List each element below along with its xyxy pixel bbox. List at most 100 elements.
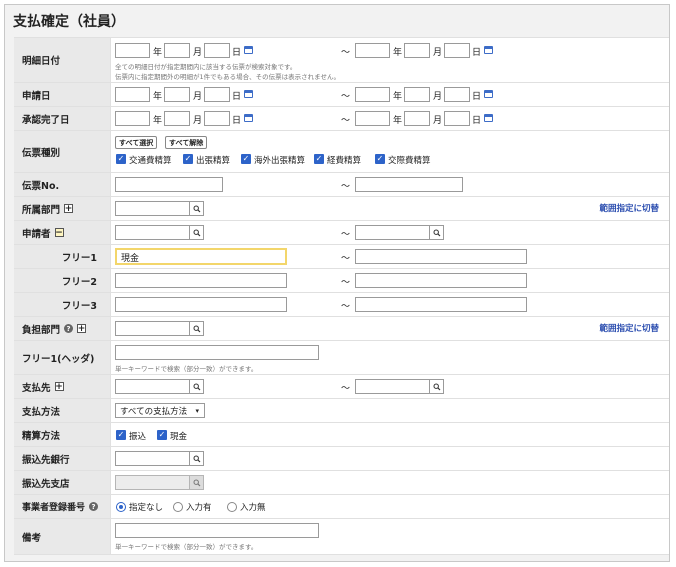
- search-icon[interactable]: [430, 225, 444, 240]
- search-icon[interactable]: [190, 225, 204, 240]
- applicant-to-input[interactable]: [355, 225, 430, 240]
- unit-year: 年: [393, 48, 403, 58]
- detail-date-to-day[interactable]: [444, 43, 470, 58]
- detail-date-to-year[interactable]: [355, 43, 390, 58]
- check-icon[interactable]: ✓: [116, 154, 126, 164]
- row-branch: 振込先支店: [14, 471, 669, 495]
- calendar-icon[interactable]: [244, 46, 253, 54]
- detail-date-from-day[interactable]: [204, 43, 230, 58]
- approval-date-from-year[interactable]: [115, 111, 150, 126]
- check-icon[interactable]: ✓: [183, 154, 193, 164]
- check-icon[interactable]: ✓: [375, 154, 385, 164]
- free3-from-input[interactable]: [115, 297, 287, 312]
- apply-date-to-day[interactable]: [444, 87, 470, 102]
- free1-from-input[interactable]: 現金: [115, 248, 287, 265]
- department-input[interactable]: [115, 201, 190, 216]
- clear-all-button[interactable]: すべて解除: [165, 136, 208, 149]
- check-icon[interactable]: ✓: [157, 430, 167, 440]
- applicant-from-input[interactable]: [115, 225, 190, 240]
- range-tilde: ～: [341, 116, 351, 126]
- detail-date-from-year[interactable]: [115, 43, 150, 58]
- search-icon[interactable]: [190, 451, 204, 466]
- row-slip-no: 伝票No. ～: [14, 173, 669, 197]
- row-remarks: 備考 単一キーワードで検索（部分一致）ができます。: [14, 519, 669, 555]
- search-icon[interactable]: [430, 379, 444, 394]
- approval-date-to-month[interactable]: [404, 111, 430, 126]
- apply-date-to-month[interactable]: [404, 87, 430, 102]
- unit-month: 月: [433, 48, 443, 58]
- search-icon[interactable]: [190, 321, 204, 336]
- slip-no-to-input[interactable]: [355, 177, 463, 192]
- row-free2: フリー2 ～: [14, 269, 669, 293]
- value-detail-date: 年 月 日 ～ 年 月 日 全ての明細日付が指定期間内に該当する伝票が検索対象で…: [111, 38, 669, 82]
- calendar-icon[interactable]: [244, 90, 253, 98]
- value-branch: [111, 471, 669, 494]
- range-tilde: ～: [341, 302, 351, 312]
- apply-date-from-month[interactable]: [164, 87, 190, 102]
- range-tilde: ～: [341, 278, 351, 288]
- expand-icon[interactable]: +: [64, 204, 74, 213]
- search-icon[interactable]: [190, 379, 204, 394]
- detail-date-to-month[interactable]: [404, 43, 430, 58]
- slip-type-option: 経費精算: [327, 156, 362, 166]
- apply-date-from-day[interactable]: [204, 87, 230, 102]
- radio-unspecified[interactable]: [116, 502, 126, 512]
- expand-icon[interactable]: +: [77, 324, 87, 333]
- check-icon[interactable]: ✓: [241, 154, 251, 164]
- approval-date-to-year[interactable]: [355, 111, 390, 126]
- check-icon[interactable]: ✓: [314, 154, 324, 164]
- radio-entered[interactable]: [173, 502, 183, 512]
- unit-day: 日: [472, 116, 482, 126]
- calendar-icon[interactable]: [484, 90, 493, 98]
- free3-to-input[interactable]: [355, 297, 527, 312]
- payee-to-input[interactable]: [355, 379, 430, 394]
- bank-input[interactable]: [115, 451, 190, 466]
- remarks-input[interactable]: [115, 523, 319, 538]
- remarks-note: 単一キーワードで検索（部分一致）ができます。: [115, 543, 258, 551]
- unit-year: 年: [153, 116, 163, 126]
- collapse-icon[interactable]: −: [54, 228, 64, 237]
- free2-from-input[interactable]: [115, 273, 287, 288]
- slip-type-option: 交通費精算: [129, 156, 172, 166]
- help-icon[interactable]: ?: [89, 502, 99, 511]
- calendar-icon[interactable]: [484, 114, 493, 122]
- radio-label: 入力有: [186, 503, 212, 513]
- label-detail-date: 明細日付: [14, 38, 111, 82]
- calendar-icon[interactable]: [484, 46, 493, 54]
- row-approval-date: 承認完了日 年 月 日 ～ 年 月 日: [14, 107, 669, 131]
- check-icon[interactable]: ✓: [116, 430, 126, 440]
- pay-method-select[interactable]: すべての支払方法 ▾: [115, 403, 205, 418]
- expand-icon[interactable]: +: [54, 382, 64, 391]
- free1-to-input[interactable]: [355, 249, 527, 264]
- apply-date-to-year[interactable]: [355, 87, 390, 102]
- business-reg-label: 事業者登録番号: [22, 503, 86, 513]
- department-range-link[interactable]: 範囲指定に切替: [599, 202, 659, 214]
- burden-dept-range-link[interactable]: 範囲指定に切替: [599, 322, 659, 334]
- approval-date-from-month[interactable]: [164, 111, 190, 126]
- value-applicant: ～: [111, 221, 669, 244]
- approval-date-from-day[interactable]: [204, 111, 230, 126]
- detail-date-note-1: 全ての明細日付が指定期間内に該当する伝票が検索対象です。: [115, 63, 297, 71]
- slip-type-option: 海外出張精算: [254, 156, 306, 166]
- free1-header-input[interactable]: [115, 345, 319, 360]
- unit-year: 年: [153, 48, 163, 58]
- detail-date-from-month[interactable]: [164, 43, 190, 58]
- free2-to-input[interactable]: [355, 273, 527, 288]
- search-icon[interactable]: [190, 201, 204, 216]
- approval-date-to-day[interactable]: [444, 111, 470, 126]
- payment-confirm-panel: 支払確定（社員） 明細日付 年 月 日 ～ 年 月 日 全ての明細日付が指定期間…: [4, 4, 670, 562]
- help-icon[interactable]: ?: [64, 324, 74, 333]
- value-bank: [111, 447, 669, 470]
- calendar-icon[interactable]: [244, 114, 253, 122]
- payee-label: 支払先: [22, 382, 51, 394]
- free1-header-note: 単一キーワードで検索（部分一致）ができます。: [115, 365, 258, 373]
- apply-date-from-year[interactable]: [115, 87, 150, 102]
- burden-dept-input[interactable]: [115, 321, 190, 336]
- radio-not-entered[interactable]: [227, 502, 237, 512]
- value-free1: 現金 ～: [111, 245, 669, 268]
- select-all-button[interactable]: すべて選択: [115, 136, 158, 149]
- range-tilde: ～: [341, 254, 351, 264]
- payee-from-input[interactable]: [115, 379, 190, 394]
- slip-no-from-input[interactable]: [115, 177, 223, 192]
- unit-day: 日: [232, 116, 242, 126]
